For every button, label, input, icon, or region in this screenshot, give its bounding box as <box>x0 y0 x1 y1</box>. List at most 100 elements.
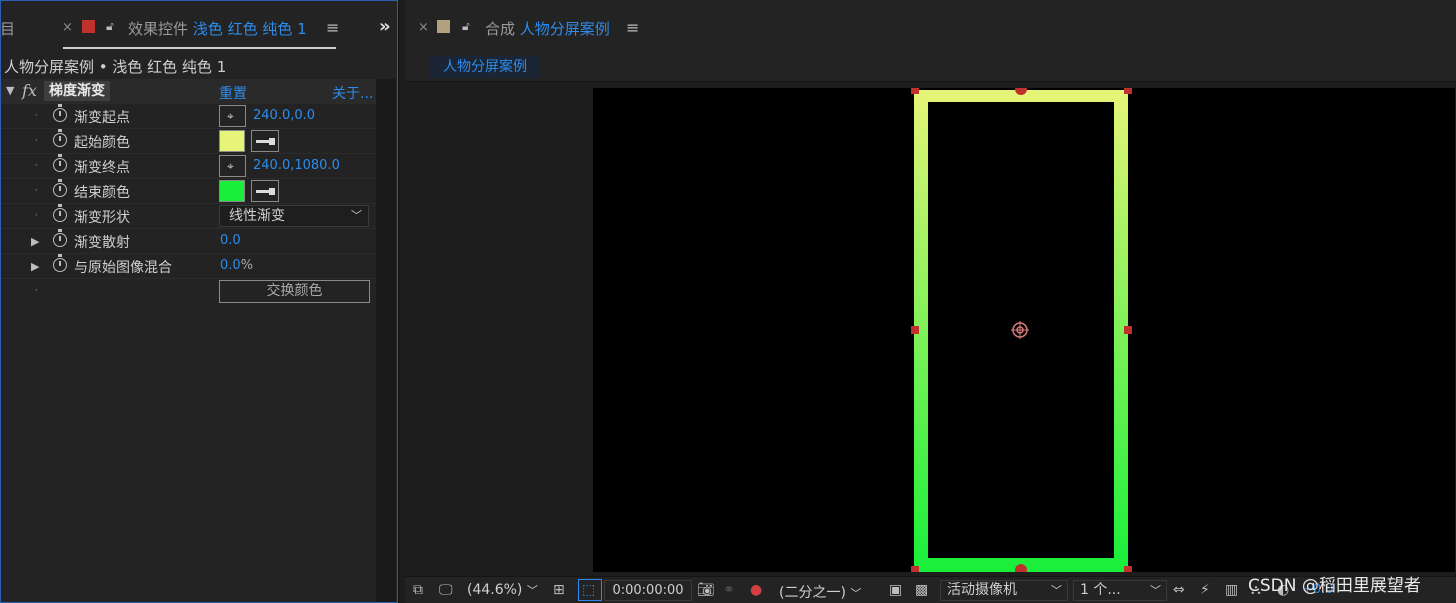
twirl-down-icon[interactable]: ▼ <box>6 84 14 97</box>
stopwatch-icon[interactable] <box>53 229 67 247</box>
effect-controls-panel: 目 × 🔓︎ 效果控件 浅色 红色 纯色 1 ≡ » 人物分屏案例 • 浅色 红… <box>0 0 399 603</box>
camera-view-value: 活动摄像机 <box>947 582 1017 598</box>
swap-colors-button[interactable]: 交换颜色 <box>219 280 370 303</box>
fx-toggle-icon[interactable]: fx <box>22 81 37 100</box>
comp-color-swatch <box>437 20 450 33</box>
effect-header-gradient-ramp[interactable]: ▼ fx 梯度渐变 重置 关于... <box>0 79 376 103</box>
overflow-chevron-icon[interactable]: » <box>379 16 391 37</box>
chevron-down-icon: ﹀ <box>526 584 538 597</box>
canvas-svg <box>911 83 1132 576</box>
composition-panel: × 🔓︎ 合成 人物分屏案例 ≡ 人物分屏案例 ⧉ 🖵︎ (44.6%) ﹀ ⊞… <box>405 0 1456 603</box>
prop-label: 渐变起点 <box>74 110 130 126</box>
prop-row-swap-colors: • 交换颜色 <box>0 278 376 304</box>
region-of-interest-icon[interactable]: ▣ <box>889 582 902 598</box>
panel-menu-icon[interactable]: ≡ <box>626 18 639 37</box>
chevron-down-icon: ﹀ <box>850 587 862 600</box>
stopwatch-icon[interactable] <box>53 204 67 222</box>
camera-view-select[interactable]: 活动摄像机 ﹀ <box>940 580 1068 601</box>
eyedropper-icon[interactable] <box>251 180 279 202</box>
row-dot: • <box>34 286 39 295</box>
transform-handle[interactable] <box>911 86 919 94</box>
transform-handle[interactable] <box>911 566 919 574</box>
tab-title-prefix: 合成 <box>485 20 516 38</box>
effect-controls-tabbar: 目 × 🔓︎ 效果控件 浅色 红色 纯色 1 ≡ » <box>0 0 397 52</box>
eyedropper-icon[interactable] <box>251 130 279 152</box>
end-color-swatch[interactable] <box>219 180 245 202</box>
comp-name-chip[interactable]: 人物分屏案例 <box>430 56 540 78</box>
prop-row-start-color: • 起始颜色 <box>0 128 376 153</box>
prop-row-ramp-scatter: ▶ 渐变散射 0.0 <box>0 228 376 253</box>
transform-handle[interactable] <box>1124 566 1132 574</box>
percent-unit: % <box>240 258 254 273</box>
blend-number: 0.0 <box>220 258 241 273</box>
transform-handle[interactable] <box>1124 86 1132 94</box>
effect-name[interactable]: 梯度渐变 <box>44 81 110 101</box>
prop-label: 渐变形状 <box>74 210 130 226</box>
tab-title-comp: 人物分屏案例 <box>519 20 610 38</box>
prop-label: 与原始图像混合 <box>74 260 172 276</box>
blend-value[interactable]: 0.0% <box>220 258 253 273</box>
row-dot: • <box>34 161 39 170</box>
monitor-icon[interactable]: 🖵︎ <box>439 582 453 598</box>
twirl-right-icon[interactable]: ▶ <box>31 235 39 248</box>
ramp-shape-selected: 线性渐变 <box>229 208 285 224</box>
stopwatch-icon[interactable] <box>53 179 67 197</box>
stopwatch-icon[interactable] <box>53 104 67 122</box>
composition-tab-title[interactable]: 合成 人物分屏案例 <box>485 18 610 39</box>
prop-label: 起始颜色 <box>74 135 130 151</box>
project-tab-edge[interactable]: 目 <box>0 18 15 39</box>
transparency-grid-icon[interactable]: ▩ <box>915 582 928 598</box>
point-target-button[interactable]: ⌖ <box>219 105 246 127</box>
tab-title-prefix: 效果控件 <box>128 20 189 38</box>
panel-menu-icon[interactable]: ≡ <box>326 18 339 37</box>
mask-path-icon: ⬚ <box>582 582 596 598</box>
lock-icon[interactable]: 🔓︎ <box>462 19 470 34</box>
twirl-right-icon[interactable]: ▶ <box>31 260 39 273</box>
stopwatch-icon[interactable] <box>53 254 67 272</box>
resolution-select[interactable]: (二分之一) ﹀ <box>779 582 861 602</box>
tab-title-layer: 浅色 红色 纯色 1 <box>192 20 307 38</box>
close-icon[interactable]: × <box>418 20 429 35</box>
prop-label: 渐变终点 <box>74 160 130 176</box>
resolution-value: (二分之一) <box>779 585 846 601</box>
always-preview-icon[interactable]: ⧉ <box>413 582 423 598</box>
prop-row-ramp-shape: • 渐变形状 线性渐变 ﹀ <box>0 203 376 228</box>
effect-controls-tab-title[interactable]: 效果控件 浅色 红色 纯色 1 <box>128 18 307 39</box>
stopwatch-icon[interactable] <box>53 129 67 147</box>
start-color-swatch[interactable] <box>219 130 245 152</box>
transform-handle[interactable] <box>1124 326 1132 334</box>
fast-previews-icon[interactable]: ⚡︎ <box>1200 582 1210 598</box>
start-point-value[interactable]: 240.0,0.0 <box>253 108 315 123</box>
prop-row-end-point: • 渐变终点 ⌖ 240.0,1080.0 <box>0 153 376 178</box>
ramp-shape-select[interactable]: 线性渐变 ﹀ <box>219 205 369 227</box>
transform-handle[interactable] <box>911 326 919 334</box>
end-point-value[interactable]: 240.0,1080.0 <box>253 158 340 173</box>
comp-navigator-bar: 人物分屏案例 <box>405 52 1456 82</box>
prop-label: 结束颜色 <box>74 185 130 201</box>
prop-label: 渐变散射 <box>74 235 130 251</box>
view-layout-select[interactable]: 1 个... ﹀ <box>1073 580 1167 601</box>
show-snapshot-icon[interactable]: ⚭ <box>723 582 735 598</box>
channel-rgb-icon[interactable]: ● <box>750 582 762 598</box>
zoom-select[interactable]: (44.6%) ﹀ <box>467 582 538 598</box>
point-target-button[interactable]: ⌖ <box>219 155 246 177</box>
title-safe-grid-icon[interactable]: ⊞ <box>553 582 565 598</box>
comp-canvas[interactable] <box>593 83 1455 576</box>
composition-viewer[interactable] <box>405 82 1456 576</box>
timeline-icon[interactable]: ▥ <box>1225 582 1238 598</box>
effect-controls-scrollbar[interactable] <box>376 79 396 603</box>
close-icon[interactable]: × <box>62 20 73 35</box>
prop-row-blend-original: ▶ 与原始图像混合 0.0% <box>0 253 376 278</box>
about-link[interactable]: 关于... <box>332 83 373 103</box>
current-time-display[interactable]: 0:00:00:00 <box>604 580 692 601</box>
stopwatch-icon[interactable] <box>53 154 67 172</box>
reset-link[interactable]: 重置 <box>219 83 247 103</box>
crosshair-icon: ⌖ <box>227 109 234 123</box>
snapshot-camera-icon[interactable]: 📷︎ <box>697 582 715 598</box>
layer-color-swatch <box>82 20 95 33</box>
ramp-scatter-value[interactable]: 0.0 <box>220 233 241 248</box>
breadcrumb: 人物分屏案例 • 浅色 红色 纯色 1 <box>4 58 227 76</box>
view-layout-value: 1 个... <box>1080 582 1121 598</box>
toggle-pixel-aspect-icon[interactable]: ⇔ <box>1173 582 1185 598</box>
lock-icon[interactable]: 🔓︎ <box>106 19 114 34</box>
